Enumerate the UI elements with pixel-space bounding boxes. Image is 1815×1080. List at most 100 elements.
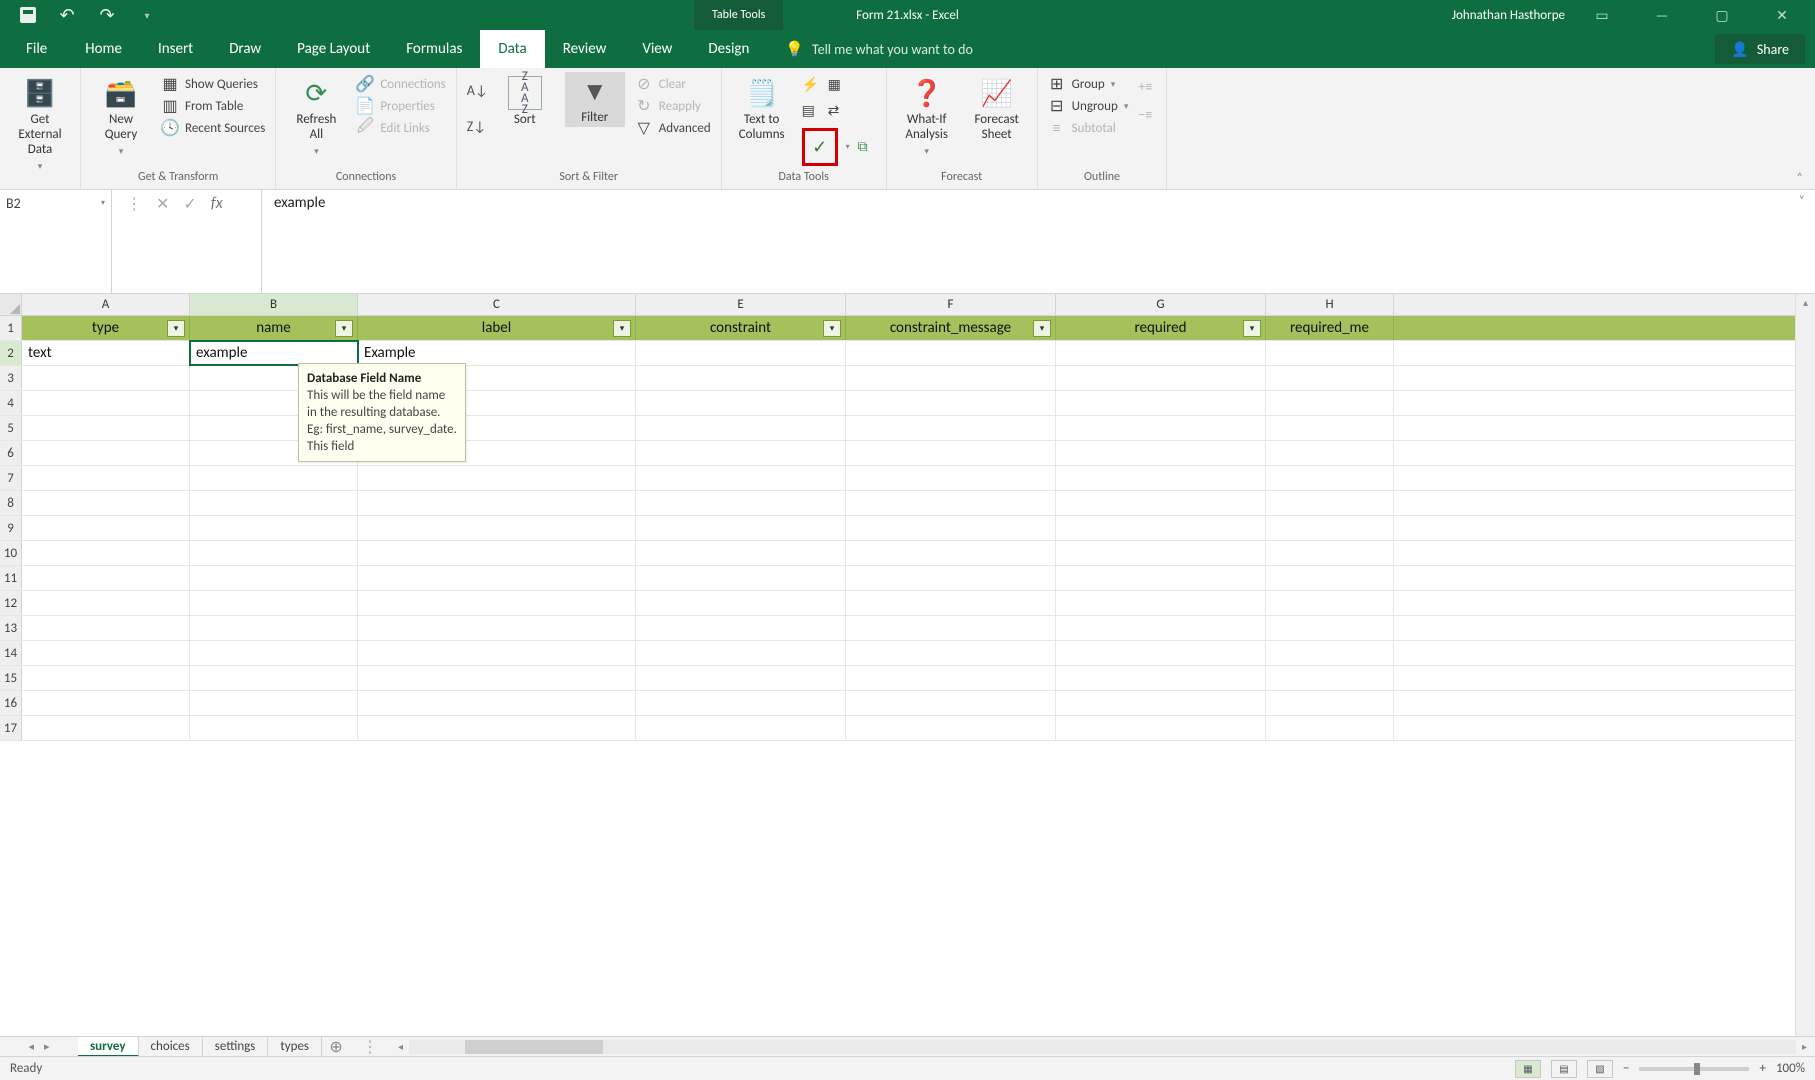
zoom-out-button[interactable]: − bbox=[1623, 1061, 1629, 1076]
cell-A3[interactable] bbox=[22, 366, 190, 390]
show-queries-button[interactable]: ▦Show Queries bbox=[161, 76, 265, 92]
cell-C7[interactable] bbox=[358, 466, 636, 490]
normal-view-button[interactable]: ▦ bbox=[1515, 1060, 1541, 1078]
cell-C11[interactable] bbox=[358, 566, 636, 590]
minimize-icon[interactable]: — bbox=[1639, 0, 1685, 30]
vertical-scrollbar[interactable]: ▴ bbox=[1795, 294, 1815, 1036]
cell-B12[interactable] bbox=[190, 591, 358, 615]
cell-H14[interactable] bbox=[1266, 641, 1394, 665]
cell-H12[interactable] bbox=[1266, 591, 1394, 615]
row-header-4[interactable]: 4 bbox=[0, 391, 22, 415]
scroll-up-icon[interactable]: ▴ bbox=[1796, 294, 1815, 312]
cell-B16[interactable] bbox=[190, 691, 358, 715]
zoom-in-button[interactable]: + bbox=[1759, 1061, 1765, 1076]
row-header-12[interactable]: 12 bbox=[0, 591, 22, 615]
cell-A17[interactable] bbox=[22, 716, 190, 740]
cell-A8[interactable] bbox=[22, 491, 190, 515]
cell-E15[interactable] bbox=[636, 666, 846, 690]
cell-A16[interactable] bbox=[22, 691, 190, 715]
tab-scroll-right-icon[interactable]: ▸ bbox=[44, 1040, 50, 1053]
cell-F16[interactable] bbox=[846, 691, 1056, 715]
row-header-8[interactable]: 8 bbox=[0, 491, 22, 515]
cell-B8[interactable] bbox=[190, 491, 358, 515]
advanced-button[interactable]: ▽Advanced bbox=[635, 120, 711, 136]
row-header-3[interactable]: 3 bbox=[0, 366, 22, 390]
remove-duplicates-icon[interactable]: ▤ bbox=[802, 102, 820, 120]
cell-C14[interactable] bbox=[358, 641, 636, 665]
cell-F14[interactable] bbox=[846, 641, 1056, 665]
collapse-ribbon-icon[interactable]: ˄ bbox=[1797, 171, 1803, 185]
cell-H4[interactable] bbox=[1266, 391, 1394, 415]
cell-H8[interactable] bbox=[1266, 491, 1394, 515]
page-layout-view-button[interactable]: ▤ bbox=[1551, 1060, 1577, 1078]
ribbon-display-icon[interactable]: ▭ bbox=[1579, 0, 1625, 30]
formula-menu-icon[interactable]: ⋮ bbox=[126, 194, 142, 214]
cell-A6[interactable] bbox=[22, 441, 190, 465]
cell-G7[interactable] bbox=[1056, 466, 1266, 490]
tab-file[interactable]: File bbox=[6, 30, 67, 68]
cell-G12[interactable] bbox=[1056, 591, 1266, 615]
zoom-level[interactable]: 100% bbox=[1776, 1061, 1805, 1076]
row-header-17[interactable]: 17 bbox=[0, 716, 22, 740]
filter-icon[interactable]: ▾ bbox=[613, 320, 631, 337]
forecast-sheet-button[interactable]: 📈 Forecast Sheet bbox=[967, 72, 1027, 142]
hscroll-right-icon[interactable]: ▸ bbox=[1802, 1040, 1807, 1053]
relationships-icon[interactable]: ⇄ bbox=[828, 102, 846, 120]
cell-C9[interactable] bbox=[358, 516, 636, 540]
cell-C12[interactable] bbox=[358, 591, 636, 615]
fx-icon[interactable]: fx bbox=[211, 194, 223, 213]
cell-A12[interactable] bbox=[22, 591, 190, 615]
cell-G14[interactable] bbox=[1056, 641, 1266, 665]
cell-G11[interactable] bbox=[1056, 566, 1266, 590]
cell-E6[interactable] bbox=[636, 441, 846, 465]
row-header-11[interactable]: 11 bbox=[0, 566, 22, 590]
qat-more-icon[interactable] bbox=[138, 6, 156, 24]
cell-B7[interactable] bbox=[190, 466, 358, 490]
sheet-tab-types[interactable]: types bbox=[268, 1037, 322, 1057]
manage-data-model-icon[interactable]: ⧉ bbox=[858, 138, 876, 156]
cell-E12[interactable] bbox=[636, 591, 846, 615]
cell-E9[interactable] bbox=[636, 516, 846, 540]
tab-page-layout[interactable]: Page Layout bbox=[279, 30, 388, 68]
connections-button[interactable]: 🔗Connections bbox=[356, 76, 445, 92]
sheet-tab-choices[interactable]: choices bbox=[139, 1037, 203, 1057]
cell-G4[interactable] bbox=[1056, 391, 1266, 415]
row-header-2[interactable]: 2 bbox=[0, 341, 22, 365]
cell-G15[interactable] bbox=[1056, 666, 1266, 690]
row-header-10[interactable]: 10 bbox=[0, 541, 22, 565]
cell-C8[interactable] bbox=[358, 491, 636, 515]
close-icon[interactable]: ✕ bbox=[1759, 0, 1805, 30]
cell-G6[interactable] bbox=[1056, 441, 1266, 465]
cell-B13[interactable] bbox=[190, 616, 358, 640]
cell-E5[interactable] bbox=[636, 416, 846, 440]
zoom-slider[interactable] bbox=[1639, 1067, 1749, 1071]
tab-formulas[interactable]: Formulas bbox=[388, 30, 480, 68]
cell-C13[interactable] bbox=[358, 616, 636, 640]
cell-C10[interactable] bbox=[358, 541, 636, 565]
tab-scroll-left-icon[interactable]: ◂ bbox=[28, 1040, 34, 1053]
sort-asc-button[interactable]: A↓ bbox=[467, 82, 485, 100]
cell-F7[interactable] bbox=[846, 466, 1056, 490]
cell-H16[interactable] bbox=[1266, 691, 1394, 715]
cell-E2[interactable] bbox=[636, 341, 846, 365]
get-external-data-button[interactable]: 🗄️ Get External Data bbox=[10, 72, 70, 174]
cell-E10[interactable] bbox=[636, 541, 846, 565]
cell-F6[interactable] bbox=[846, 441, 1056, 465]
group-button[interactable]: ⊞Group bbox=[1048, 76, 1129, 92]
cell-E17[interactable] bbox=[636, 716, 846, 740]
cell-C17[interactable] bbox=[358, 716, 636, 740]
cell-A15[interactable] bbox=[22, 666, 190, 690]
sort-button[interactable]: Z AA Z Sort bbox=[495, 72, 555, 127]
formula-expand-icon[interactable]: ˅ bbox=[1799, 194, 1805, 208]
tab-insert[interactable]: Insert bbox=[140, 30, 211, 68]
new-query-button[interactable]: 🗃️ New Query bbox=[91, 72, 151, 159]
col-header-H[interactable]: H bbox=[1266, 294, 1394, 315]
col-header-G[interactable]: G bbox=[1056, 294, 1266, 315]
cell-A13[interactable] bbox=[22, 616, 190, 640]
cell-H11[interactable] bbox=[1266, 566, 1394, 590]
filter-button[interactable]: ▼ Filter bbox=[565, 72, 625, 127]
cell-F4[interactable] bbox=[846, 391, 1056, 415]
cell-F10[interactable] bbox=[846, 541, 1056, 565]
enter-icon[interactable]: ✓ bbox=[183, 194, 196, 214]
filter-icon[interactable]: ▾ bbox=[1243, 320, 1261, 337]
